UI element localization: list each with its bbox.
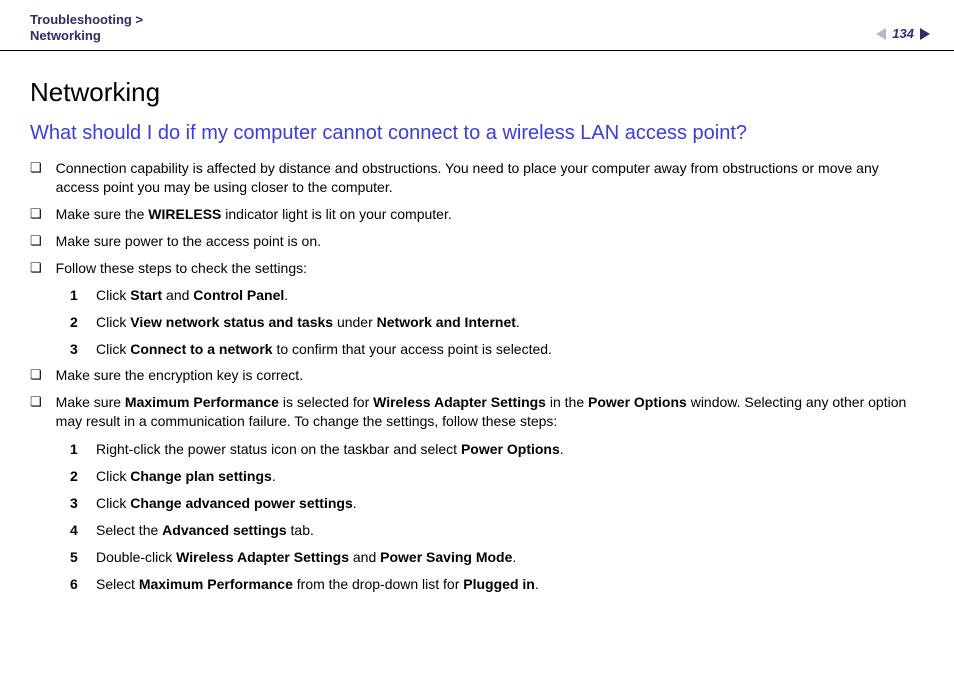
bullet-text: Follow these steps to check the settings… — [56, 259, 307, 278]
step-number: 1 — [70, 285, 82, 306]
step-text: Click View network status and tasks unde… — [96, 312, 520, 333]
bullet-text: Make sure Maximum Performance is selecte… — [56, 393, 924, 431]
numbered-step: 2 Click View network status and tasks un… — [70, 312, 924, 333]
bullet-item: ❏ Make sure the WIRELESS indicator light… — [30, 205, 924, 224]
numbered-step: 6 Select Maximum Performance from the dr… — [70, 574, 924, 595]
prev-page-icon[interactable] — [876, 28, 886, 40]
bullet-text: Make sure the encryption key is correct. — [56, 366, 303, 385]
bullet-marker-icon: ❏ — [30, 159, 42, 177]
step-text: Click Connect to a network to confirm th… — [96, 339, 552, 360]
step-text: Select Maximum Performance from the drop… — [96, 574, 539, 595]
numbered-step: 1 Right-click the power status icon on t… — [70, 439, 924, 460]
section-title: What should I do if my computer cannot c… — [30, 122, 924, 145]
bullet-marker-icon: ❏ — [30, 232, 42, 250]
step-text: Click Start and Control Panel. — [96, 285, 288, 306]
next-page-icon[interactable] — [920, 28, 930, 40]
breadcrumb-bottom: Networking — [30, 28, 143, 44]
numbered-step: 5 Double-click Wireless Adapter Settings… — [70, 547, 924, 568]
numbered-step: 4 Select the Advanced settings tab. — [70, 520, 924, 541]
step-text: Select the Advanced settings tab. — [96, 520, 314, 541]
step-text: Click Change plan settings. — [96, 466, 276, 487]
bullet-text: Make sure the WIRELESS indicator light i… — [56, 205, 452, 224]
numbered-step: 1 Click Start and Control Panel. — [70, 285, 924, 306]
bullet-marker-icon: ❏ — [30, 366, 42, 384]
page-number: 134 — [892, 26, 914, 41]
bullet-marker-icon: ❏ — [30, 393, 42, 411]
step-number: 3 — [70, 493, 82, 514]
bullet-marker-icon: ❏ — [30, 259, 42, 277]
bullet-text: Connection capability is affected by dis… — [56, 159, 924, 197]
bullet-item: ❏ Follow these steps to check the settin… — [30, 259, 924, 278]
step-number: 1 — [70, 439, 82, 460]
numbered-step: 2 Click Change plan settings. — [70, 466, 924, 487]
pager: 134 — [876, 26, 930, 41]
step-number: 2 — [70, 312, 82, 333]
bullet-item: ❏ Make sure Maximum Performance is selec… — [30, 393, 924, 431]
breadcrumb: Troubleshooting > Networking — [30, 12, 143, 44]
bullet-item: ❏ Make sure power to the access point is… — [30, 232, 924, 251]
numbered-step: 3 Click Connect to a network to confirm … — [70, 339, 924, 360]
breadcrumb-top: Troubleshooting > — [30, 12, 143, 28]
numbered-step: 3 Click Change advanced power settings. — [70, 493, 924, 514]
bullet-item: ❏ Make sure the encryption key is correc… — [30, 366, 924, 385]
step-number: 4 — [70, 520, 82, 541]
bullet-item: ❏ Connection capability is affected by d… — [30, 159, 924, 197]
step-text: Click Change advanced power settings. — [96, 493, 357, 514]
step-number: 3 — [70, 339, 82, 360]
content: Networking What should I do if my comput… — [0, 51, 954, 621]
page-title: Networking — [30, 77, 924, 108]
step-number: 6 — [70, 574, 82, 595]
page-header: Troubleshooting > Networking 134 — [0, 0, 954, 51]
bullet-text: Make sure power to the access point is o… — [56, 232, 321, 251]
bullet-marker-icon: ❏ — [30, 205, 42, 223]
step-text: Double-click Wireless Adapter Settings a… — [96, 547, 516, 568]
step-number: 2 — [70, 466, 82, 487]
step-number: 5 — [70, 547, 82, 568]
step-text: Right-click the power status icon on the… — [96, 439, 564, 460]
